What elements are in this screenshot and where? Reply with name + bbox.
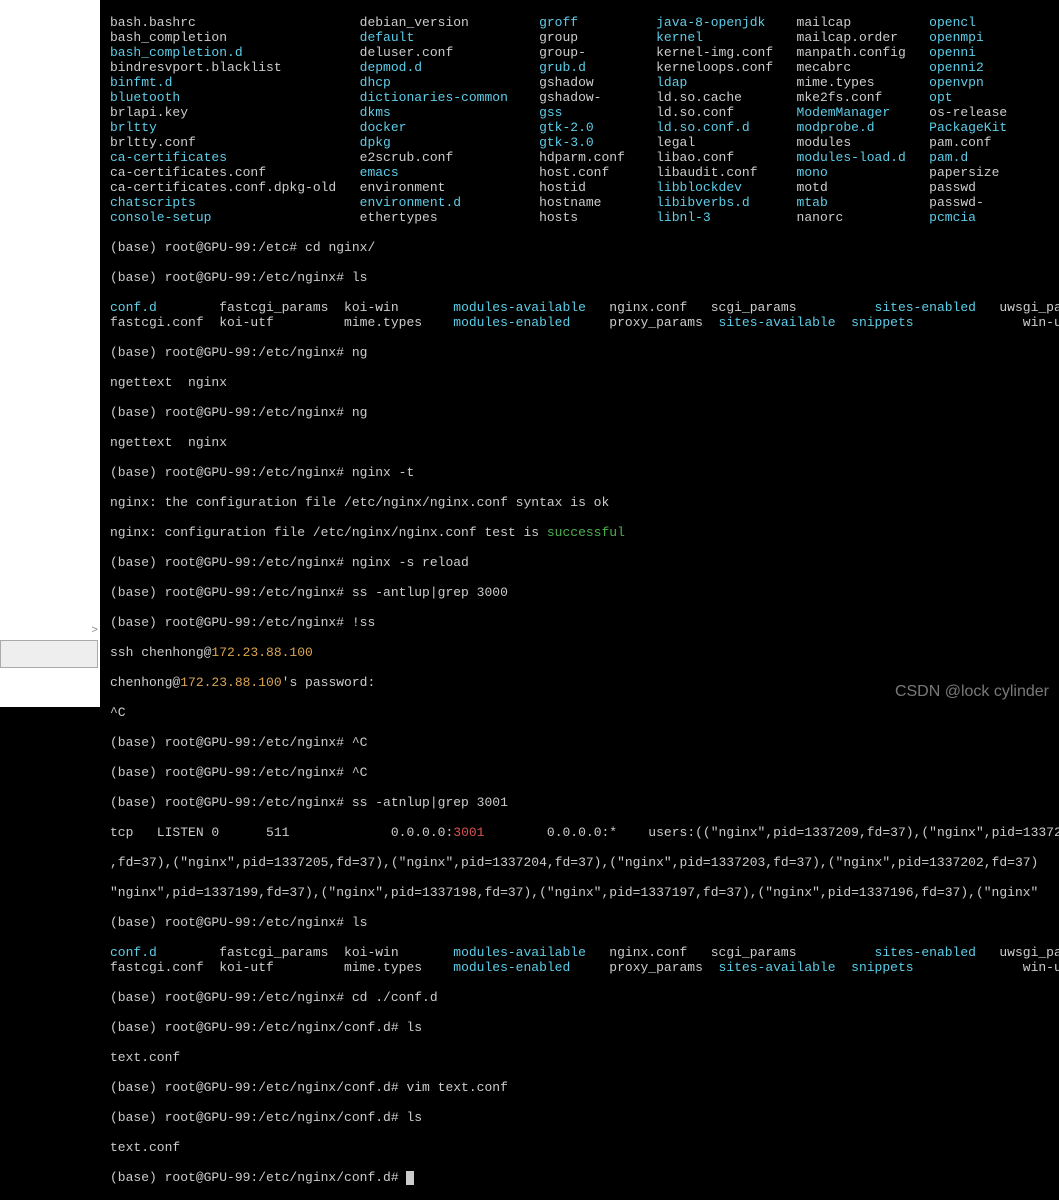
terminal-output[interactable]: bash.bashrc debian_version groff java-8-… <box>102 0 1059 707</box>
sidebar-arrow-icon: > <box>91 624 98 639</box>
sidebar: > <box>0 0 100 707</box>
cursor <box>406 1171 414 1185</box>
sidebar-input-area[interactable] <box>0 640 98 668</box>
watermark: CSDN @lock cylinder <box>895 684 1049 699</box>
